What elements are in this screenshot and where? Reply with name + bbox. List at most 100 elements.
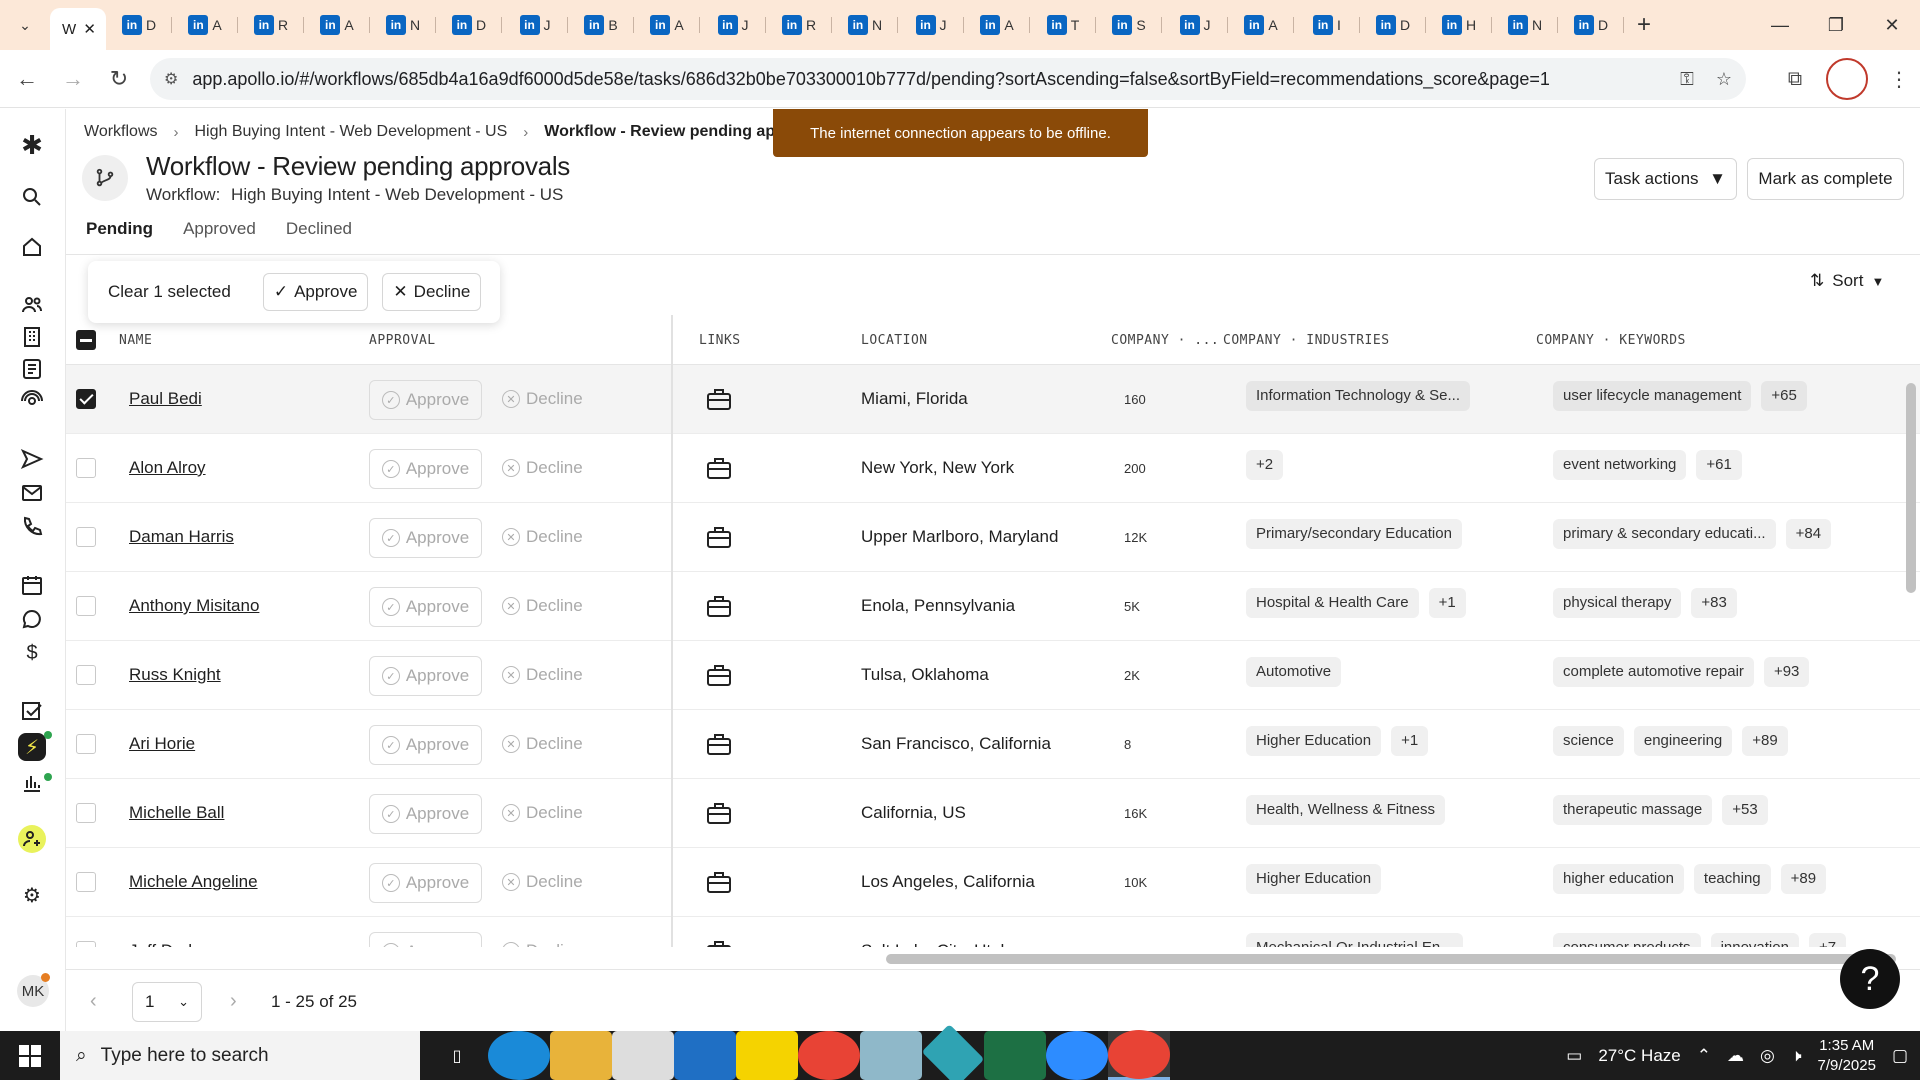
next-page-icon[interactable]: › (230, 990, 237, 1013)
col-links[interactable]: LINKS (699, 333, 741, 348)
browser-menu-icon[interactable]: ⋮ (1878, 58, 1920, 100)
briefcase-icon[interactable] (706, 663, 732, 687)
help-question-icon[interactable]: ? (1840, 949, 1900, 1009)
row-checkbox[interactable] (76, 872, 96, 892)
industry-chip[interactable]: Health, Wellness & Fitness (1246, 795, 1445, 825)
row-checkbox[interactable] (76, 389, 96, 409)
bulk-decline-button[interactable]: ✕ Decline (382, 273, 482, 311)
contact-name-link[interactable]: Russ Knight (129, 665, 221, 685)
col-company-keywords[interactable]: COMPANY · KEYWORDS (1536, 333, 1686, 348)
industry-chip[interactable]: Automotive (1246, 657, 1342, 687)
row-approve-button[interactable]: ✓ Approve (369, 725, 482, 765)
keyword-chip[interactable]: innovation (1710, 933, 1799, 947)
tab-declined[interactable]: Declined (286, 219, 352, 239)
row-approve-button[interactable]: ✓ Approve (369, 794, 482, 834)
horizontal-scrollbar[interactable] (66, 951, 1920, 967)
row-approve-button[interactable]: ✓ Approve (369, 587, 482, 627)
row-checkbox[interactable] (76, 527, 96, 547)
site-info-icon[interactable]: ⚙ (164, 69, 178, 89)
table-row[interactable]: Daman Harris ✓ Approve ✕ Decline Upper Marlbo… (66, 503, 1920, 572)
row-decline-button[interactable]: ✕ Decline (502, 872, 583, 892)
row-approve-button[interactable]: ✓ Approve (369, 932, 482, 947)
sticky-notes-icon[interactable] (736, 1031, 798, 1080)
lists-icon[interactable] (18, 355, 46, 383)
browser-tab[interactable]: in A (172, 0, 238, 50)
industry-chip[interactable]: Higher Education (1246, 726, 1382, 756)
taskbar-search[interactable]: ⌕ Type here to search (60, 1031, 420, 1080)
keyword-chip[interactable]: +89 (1742, 726, 1788, 756)
extensions-icon[interactable]: ⧉ (1774, 58, 1816, 100)
row-checkbox[interactable] (76, 458, 96, 478)
restore-icon[interactable]: ❐ (1808, 0, 1864, 50)
meetings-calendar-icon[interactable] (18, 571, 46, 599)
row-checkbox[interactable] (76, 734, 96, 754)
windows-start-icon[interactable] (0, 1031, 60, 1080)
table-row[interactable]: Alon Alroy ✓ Approve ✕ Decline New York, New … (66, 434, 1920, 503)
browser-tab[interactable]: in R (766, 0, 832, 50)
keyword-chip[interactable]: +89 (1780, 864, 1827, 894)
industry-chip[interactable]: +2 (1246, 450, 1284, 480)
keyword-chip[interactable]: teaching (1693, 864, 1771, 894)
network-icon[interactable]: ◎ (1760, 1046, 1775, 1066)
volume-mute-icon[interactable]: 🕨 (1791, 1046, 1802, 1066)
home-icon[interactable] (18, 233, 46, 261)
row-checkbox[interactable] (76, 941, 96, 947)
onedrive-icon[interactable]: ☁ (1727, 1046, 1744, 1066)
keyword-chip[interactable]: complete automotive repair (1553, 657, 1754, 687)
row-decline-button[interactable]: ✕ Decline (502, 941, 583, 947)
close-window-icon[interactable]: ✕ (1864, 0, 1920, 50)
briefcase-icon[interactable] (706, 525, 732, 549)
industry-chip[interactable]: Primary/secondary Education (1246, 519, 1462, 549)
contact-name-link[interactable]: Michele Angeline (129, 872, 258, 892)
search-icon[interactable] (18, 183, 46, 211)
keyword-chip[interactable]: +84 (1785, 519, 1832, 549)
col-company-employees[interactable]: COMPANY · ... (1111, 333, 1219, 348)
table-row[interactable]: Ari Horie ✓ Approve ✕ Decline San Francisco, … (66, 710, 1920, 779)
browser-tab[interactable]: in A (634, 0, 700, 50)
signals-icon[interactable] (18, 387, 46, 415)
row-decline-button[interactable]: ✕ Decline (502, 527, 583, 547)
col-name[interactable]: NAME (119, 333, 152, 348)
table-row[interactable]: Paul Bedi ✓ Approve ✕ Decline Miami, Florida 1… (66, 365, 1920, 434)
browser-tab[interactable]: in D (1360, 0, 1426, 50)
contact-name-link[interactable]: Anthony Misitano (129, 596, 259, 616)
row-approve-button[interactable]: ✓ Approve (369, 380, 482, 420)
row-checkbox[interactable] (76, 803, 96, 823)
browser-tab[interactable]: in A (304, 0, 370, 50)
breadcrumb-workflows[interactable]: Workflows (84, 123, 158, 141)
contact-name-link[interactable]: Paul Bedi (129, 389, 202, 409)
row-checkbox[interactable] (76, 665, 96, 685)
tab-search-icon[interactable]: ⌄ (0, 0, 50, 50)
settings-gear-icon[interactable]: ⚙ (18, 881, 46, 909)
bulk-approve-button[interactable]: ✓ Approve (262, 273, 369, 311)
forward-icon[interactable]: → (50, 56, 96, 102)
table-row[interactable]: Jeff Durham ✓ Approve ✕ Decline Salt Lake Cit… (66, 917, 1920, 947)
add-person-icon[interactable] (18, 825, 46, 853)
task-view-icon[interactable]: ▯ (426, 1031, 488, 1080)
row-decline-button[interactable]: ✕ Decline (502, 734, 583, 754)
phone-icon[interactable] (18, 513, 46, 541)
minimize-icon[interactable]: — (1752, 0, 1808, 50)
browser-tab-active[interactable]: W ✕ (50, 8, 106, 50)
industry-chip[interactable]: Mechanical Or Industrial En... (1246, 933, 1463, 947)
browser-tab[interactable]: in N (1492, 0, 1558, 50)
zoom-icon[interactable] (1046, 1031, 1108, 1080)
table-row[interactable]: Anthony Misitano ✓ Approve ✕ Decline Enola, P… (66, 572, 1920, 641)
table-row[interactable]: Russ Knight ✓ Approve ✕ Decline Tulsa, Oklaho… (66, 641, 1920, 710)
keyword-chip[interactable]: +65 (1761, 381, 1807, 411)
row-decline-button[interactable]: ✕ Decline (502, 665, 583, 685)
contact-name-link[interactable]: Daman Harris (129, 527, 234, 547)
deals-dollar-icon[interactable]: $ (18, 639, 46, 667)
address-bar[interactable]: ⚙ app.apollo.io/#/workflows/685db4a16a9d… (150, 58, 1746, 100)
row-decline-button[interactable]: ✕ Decline (502, 596, 583, 616)
mark-complete-button[interactable]: Mark as complete (1747, 158, 1904, 200)
keyword-chip[interactable]: +93 (1763, 657, 1810, 687)
tab-pending[interactable]: Pending (86, 219, 153, 239)
browser-tab[interactable]: in B (568, 0, 634, 50)
weather-text[interactable]: 27°C Haze (1598, 1046, 1680, 1066)
row-approve-button[interactable]: ✓ Approve (369, 518, 482, 558)
keyword-chip[interactable]: event networking (1553, 450, 1687, 480)
row-approve-button[interactable]: ✓ Approve (369, 863, 482, 903)
row-decline-button[interactable]: ✕ Decline (502, 803, 583, 823)
app-icon[interactable] (860, 1031, 922, 1080)
